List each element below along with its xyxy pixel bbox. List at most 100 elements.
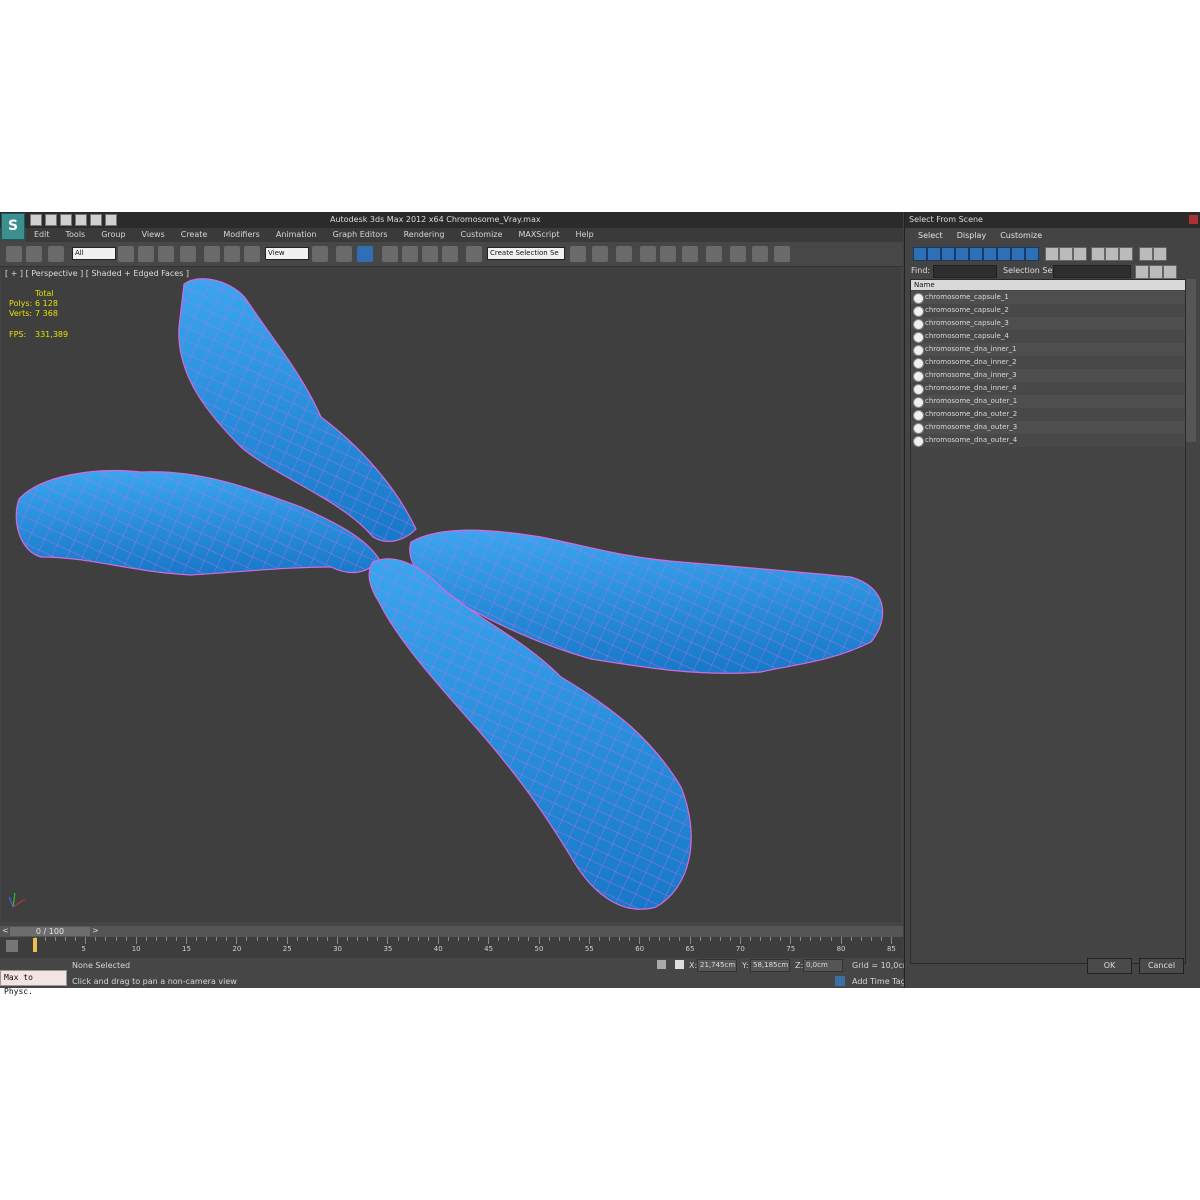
material-editor-icon[interactable]	[706, 246, 722, 262]
display-lights-icon[interactable]	[941, 247, 955, 261]
x-coord-field[interactable]: 21,745cm	[697, 959, 737, 972]
list-item[interactable]: chromosome_capsule_2	[911, 304, 1185, 317]
menu-tools[interactable]: Tools	[58, 228, 94, 242]
absolute-mode-icon[interactable]	[675, 960, 684, 969]
snaps-toggle-icon[interactable]	[382, 246, 398, 262]
redo-icon[interactable]	[90, 214, 102, 226]
pivot-center-icon[interactable]	[312, 246, 328, 262]
select-none-icon[interactable]	[1105, 247, 1119, 261]
app-menu-button[interactable]: S	[1, 213, 25, 240]
list-item[interactable]: chromosome_capsule_4	[911, 330, 1185, 343]
select-all-icon[interactable]	[1091, 247, 1105, 261]
track-bar[interactable]: 5 10 15 20 25 30 35 40 45 50 55 60 65 70 75 80 85	[0, 937, 903, 958]
render-production-icon[interactable]	[774, 246, 790, 262]
list-item[interactable]: chromosome_dna_inner_3	[911, 369, 1185, 382]
menu-animation[interactable]: Animation	[268, 228, 325, 242]
display-shapes-icon[interactable]	[927, 247, 941, 261]
sync-selection-icon[interactable]	[1139, 247, 1153, 261]
menu-help[interactable]: Help	[568, 228, 602, 242]
select-by-name-icon[interactable]	[138, 246, 154, 262]
time-slider[interactable]: < 0 / 100 >	[0, 926, 903, 937]
add-time-tag-button[interactable]: Add Time Tag	[852, 977, 906, 986]
z-coord-field[interactable]: 0,0cm	[803, 959, 843, 972]
display-invert-icon[interactable]	[1073, 247, 1087, 261]
display-geometry-icon[interactable]	[913, 247, 927, 261]
list-item[interactable]: chromosome_dna_outer_4	[911, 434, 1185, 447]
list-item[interactable]: chromosome_dna_inner_4	[911, 382, 1185, 395]
select-manipulate-icon[interactable]	[336, 246, 352, 262]
schematic-view-icon[interactable]	[682, 246, 698, 262]
menu-create[interactable]: Create	[173, 228, 216, 242]
dialog-menu-customize[interactable]: Customize	[993, 230, 1049, 243]
time-prev-icon[interactable]: <	[2, 926, 9, 935]
menu-views[interactable]: Views	[134, 228, 173, 242]
undo-icon[interactable]	[75, 214, 87, 226]
cancel-button[interactable]: Cancel	[1139, 958, 1184, 974]
select-object-icon[interactable]	[118, 246, 134, 262]
layer-manager-icon[interactable]	[616, 246, 632, 262]
save-file-icon[interactable]	[60, 214, 72, 226]
display-xrefs-icon[interactable]	[1011, 247, 1025, 261]
maxscript-listener[interactable]: Max to Physc.	[0, 970, 67, 996]
reference-coordinate-dropdown[interactable]: View	[265, 247, 309, 260]
angle-snap-icon[interactable]	[402, 246, 418, 262]
list-item[interactable]: chromosome_dna_inner_1	[911, 343, 1185, 356]
graphite-toggle-icon[interactable]	[640, 246, 656, 262]
list-item[interactable]: chromosome_dna_outer_1	[911, 395, 1185, 408]
list-item[interactable]: chromosome_dna_outer_3	[911, 421, 1185, 434]
current-frame-marker[interactable]	[33, 938, 37, 952]
window-crossing-icon[interactable]	[180, 246, 196, 262]
find-input[interactable]	[933, 265, 997, 278]
display-helpers-icon[interactable]	[969, 247, 983, 261]
time-slider-thumb[interactable]: 0 / 100	[10, 927, 90, 936]
menu-group[interactable]: Group	[93, 228, 133, 242]
spinner-snap-icon[interactable]	[442, 246, 458, 262]
selection-filter-dropdown[interactable]: All	[72, 247, 116, 260]
menu-rendering[interactable]: Rendering	[396, 228, 453, 242]
edit-selection-set-icon[interactable]	[1163, 265, 1177, 279]
rotate-icon[interactable]	[224, 246, 240, 262]
list-item[interactable]: chromosome_dna_outer_2	[911, 408, 1185, 421]
selection-set-dropdown[interactable]	[1053, 265, 1131, 278]
move-icon[interactable]	[204, 246, 220, 262]
open-file-icon[interactable]	[45, 214, 57, 226]
menu-edit[interactable]: Edit	[26, 228, 58, 242]
menu-customize[interactable]: Customize	[452, 228, 510, 242]
dialog-menu-display[interactable]: Display	[950, 230, 994, 243]
percent-snap-icon[interactable]	[422, 246, 438, 262]
perspective-viewport[interactable]: [ + ] [ Perspective ] [ Shaded + Edged F…	[1, 267, 901, 922]
curve-editor-icon[interactable]	[660, 246, 676, 262]
display-none-icon[interactable]	[1059, 247, 1073, 261]
display-groups-icon[interactable]	[997, 247, 1011, 261]
display-all-icon[interactable]	[1045, 247, 1059, 261]
key-filter-icon[interactable]	[6, 940, 18, 952]
list-item[interactable]: chromosome_capsule_1	[911, 291, 1185, 304]
edit-named-selection-icon[interactable]	[466, 246, 482, 262]
named-selection-set-dropdown[interactable]: Create Selection Se	[487, 247, 565, 260]
rectangle-selection-icon[interactable]	[158, 246, 174, 262]
display-bones-icon[interactable]	[1025, 247, 1039, 261]
menu-graph-editors[interactable]: Graph Editors	[325, 228, 396, 242]
dialog-menu-select[interactable]: Select	[911, 230, 950, 243]
display-cameras-icon[interactable]	[955, 247, 969, 261]
y-coord-field[interactable]: 58,185cm	[750, 959, 790, 972]
display-space-warps-icon[interactable]	[983, 247, 997, 261]
filter-icon[interactable]	[1153, 247, 1167, 261]
close-icon[interactable]	[1189, 215, 1198, 224]
remove-selection-set-icon[interactable]	[1149, 265, 1163, 279]
link-icon[interactable]	[6, 246, 22, 262]
scale-icon[interactable]	[244, 246, 260, 262]
name-column-header[interactable]: Name	[914, 280, 935, 290]
list-scrollbar[interactable]	[1186, 279, 1196, 442]
selection-lock-icon[interactable]	[657, 960, 666, 969]
project-folder-icon[interactable]	[105, 214, 117, 226]
align-icon[interactable]	[592, 246, 608, 262]
select-invert-icon[interactable]	[1119, 247, 1133, 261]
list-header[interactable]: Name	[911, 280, 1185, 290]
keyboard-shortcut-override-icon[interactable]	[357, 246, 373, 262]
ok-button[interactable]: OK	[1087, 958, 1132, 974]
menu-maxscript[interactable]: MAXScript	[510, 228, 567, 242]
unlink-icon[interactable]	[26, 246, 42, 262]
rendered-frame-window-icon[interactable]	[752, 246, 768, 262]
bind-space-warp-icon[interactable]	[48, 246, 64, 262]
